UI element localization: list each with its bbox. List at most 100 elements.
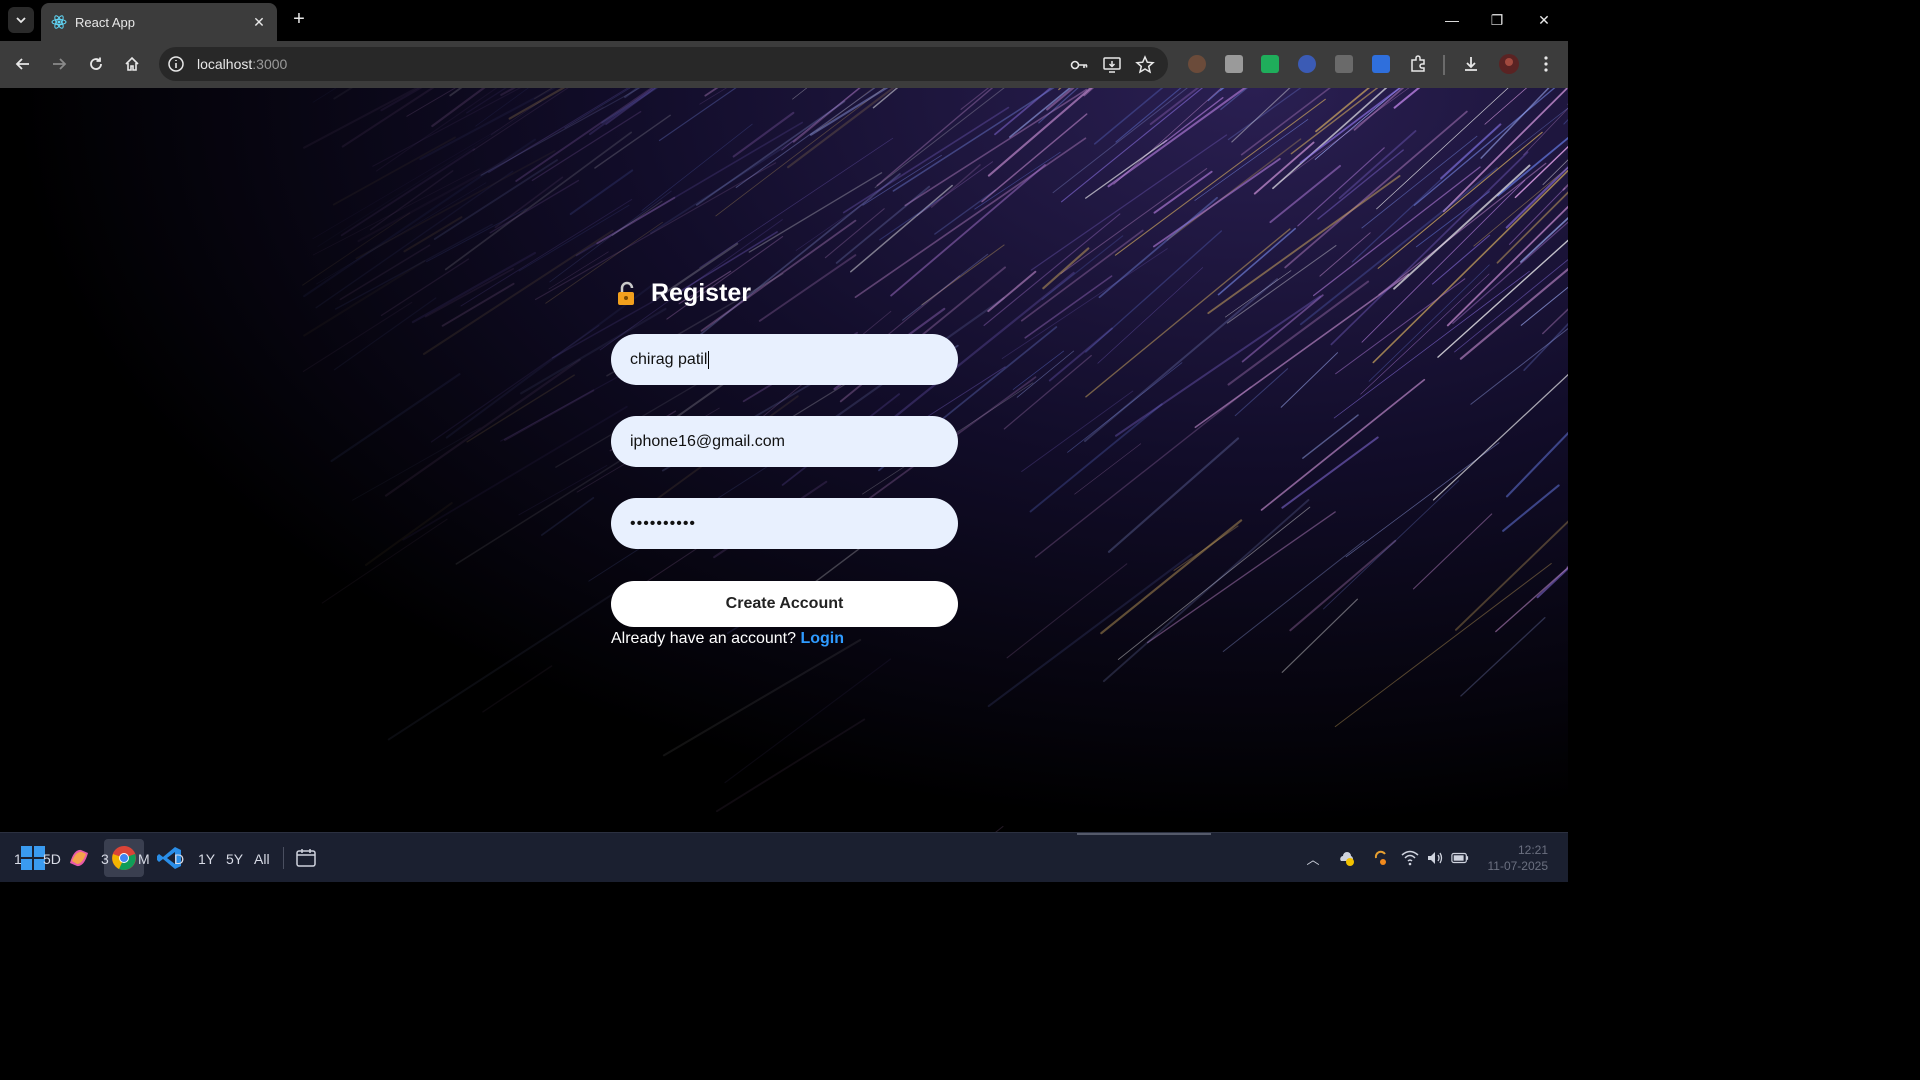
cookie-extension-icon[interactable] [1188, 55, 1206, 73]
wifi-icon[interactable] [1401, 849, 1419, 867]
light-streak [1272, 88, 1388, 190]
light-streak [1241, 294, 1324, 363]
light-streak [930, 164, 981, 208]
browser-tab[interactable]: React App ✕ [41, 3, 277, 41]
light-streak [1021, 390, 1134, 472]
onedrive-warning-icon[interactable] [1338, 849, 1356, 867]
chevron-up-icon[interactable]: ︿ [1304, 849, 1322, 867]
password-input[interactable]: •••••••••• [611, 498, 958, 549]
login-prompt: Already have an account? Login [611, 630, 844, 648]
light-streak [321, 518, 448, 604]
address-bar[interactable]: localhost:3000 [159, 47, 1168, 81]
light-streak [1542, 159, 1568, 185]
light-streak [1003, 354, 1092, 430]
light-streak [575, 121, 803, 257]
install-app-icon[interactable] [1102, 55, 1122, 75]
light-streak [503, 389, 595, 441]
create-account-button[interactable]: Create Account [611, 581, 958, 627]
light-streak [387, 588, 621, 741]
battery-icon[interactable] [1451, 849, 1469, 867]
light-streak [541, 497, 595, 536]
folder-extension-icon[interactable] [1335, 55, 1353, 73]
restore-button[interactable]: ❐ [1485, 8, 1509, 32]
translate-extension-icon[interactable] [1372, 55, 1390, 73]
light-streak [641, 123, 753, 211]
menu-button[interactable] [1533, 51, 1559, 77]
bookmark-star-icon[interactable] [1135, 55, 1155, 75]
reload-button[interactable] [83, 51, 109, 77]
extensions-button[interactable] [1405, 51, 1431, 77]
light-streak [748, 172, 883, 253]
light-streak [1290, 88, 1379, 155]
downloads-button[interactable] [1458, 51, 1484, 77]
light-streak [1074, 443, 1142, 495]
close-tab-icon[interactable]: ✕ [251, 14, 267, 31]
tab-search-button[interactable] [8, 7, 34, 33]
light-streak [1097, 267, 1203, 364]
url-text: localhost:3000 [197, 56, 288, 72]
light-streak [302, 212, 411, 286]
light-streak [1523, 107, 1568, 156]
calendar-widget-icon[interactable] [290, 842, 322, 874]
light-streak [987, 270, 1037, 313]
light-streak [1323, 480, 1460, 610]
light-streak [364, 502, 453, 566]
sync-status-icon[interactable] [1372, 849, 1390, 867]
light-streak [1173, 525, 1239, 572]
new-tab-button[interactable]: + [289, 9, 309, 31]
light-streak [735, 88, 876, 188]
light-streak [1319, 232, 1371, 277]
light-streak [352, 427, 481, 501]
text-caret [708, 350, 710, 369]
light-streak [444, 131, 633, 271]
light-streak [1098, 196, 1218, 299]
light-streak [1413, 88, 1556, 206]
browser-toolbar: localhost:3000 [0, 41, 1568, 88]
name-input[interactable]: chirag patil [611, 334, 958, 385]
light-streak [1153, 170, 1213, 214]
arrow-right-icon [53, 58, 67, 70]
rss-extension-icon[interactable] [1298, 55, 1316, 73]
light-streak [494, 176, 564, 229]
light-streak [518, 465, 608, 516]
forward-button[interactable] [46, 51, 72, 77]
close-window-button[interactable]: ✕ [1532, 8, 1556, 32]
light-streak [335, 223, 493, 310]
chrome-icon[interactable] [108, 842, 140, 874]
extension-icon[interactable] [1225, 55, 1243, 73]
light-streak [1058, 88, 1062, 91]
login-link[interactable]: Login [800, 630, 844, 647]
home-icon [125, 56, 139, 71]
light-streak [332, 136, 456, 206]
toolbar-separator [1443, 55, 1445, 75]
email-input[interactable]: iphone16@gmail.com [611, 416, 958, 467]
back-button[interactable] [10, 51, 36, 77]
light-streak [1029, 403, 1163, 513]
taskbar-label-1y: 1Y [198, 851, 216, 867]
tab-strip: React App ✕ + — ❐ ✕ [0, 0, 1568, 41]
light-streak [842, 106, 1010, 214]
password-key-icon[interactable] [1069, 55, 1089, 75]
light-streak [1001, 248, 1168, 359]
puzzle-icon [1411, 55, 1425, 72]
download-extension-icon[interactable] [1261, 55, 1279, 73]
light-streak [974, 151, 1061, 210]
light-streak [1060, 88, 1204, 203]
profile-avatar[interactable] [1496, 51, 1522, 77]
password-input-value: •••••••••• [630, 514, 697, 532]
light-streak [987, 88, 1093, 177]
react-icon [51, 15, 67, 29]
light-streak [1113, 88, 1222, 185]
light-streak [688, 173, 901, 345]
volume-icon[interactable] [1426, 849, 1444, 867]
light-streak [1231, 88, 1291, 143]
light-streak [876, 88, 994, 187]
system-clock[interactable]: 12:21 11-07-2025 [1488, 842, 1549, 874]
home-button[interactable] [119, 51, 145, 77]
minimize-button[interactable]: — [1440, 8, 1464, 32]
light-streak [983, 213, 1121, 326]
copilot-icon[interactable] [63, 842, 95, 874]
site-info-icon[interactable] [167, 55, 185, 73]
light-streak [1227, 280, 1370, 386]
light-streak [1279, 88, 1410, 183]
